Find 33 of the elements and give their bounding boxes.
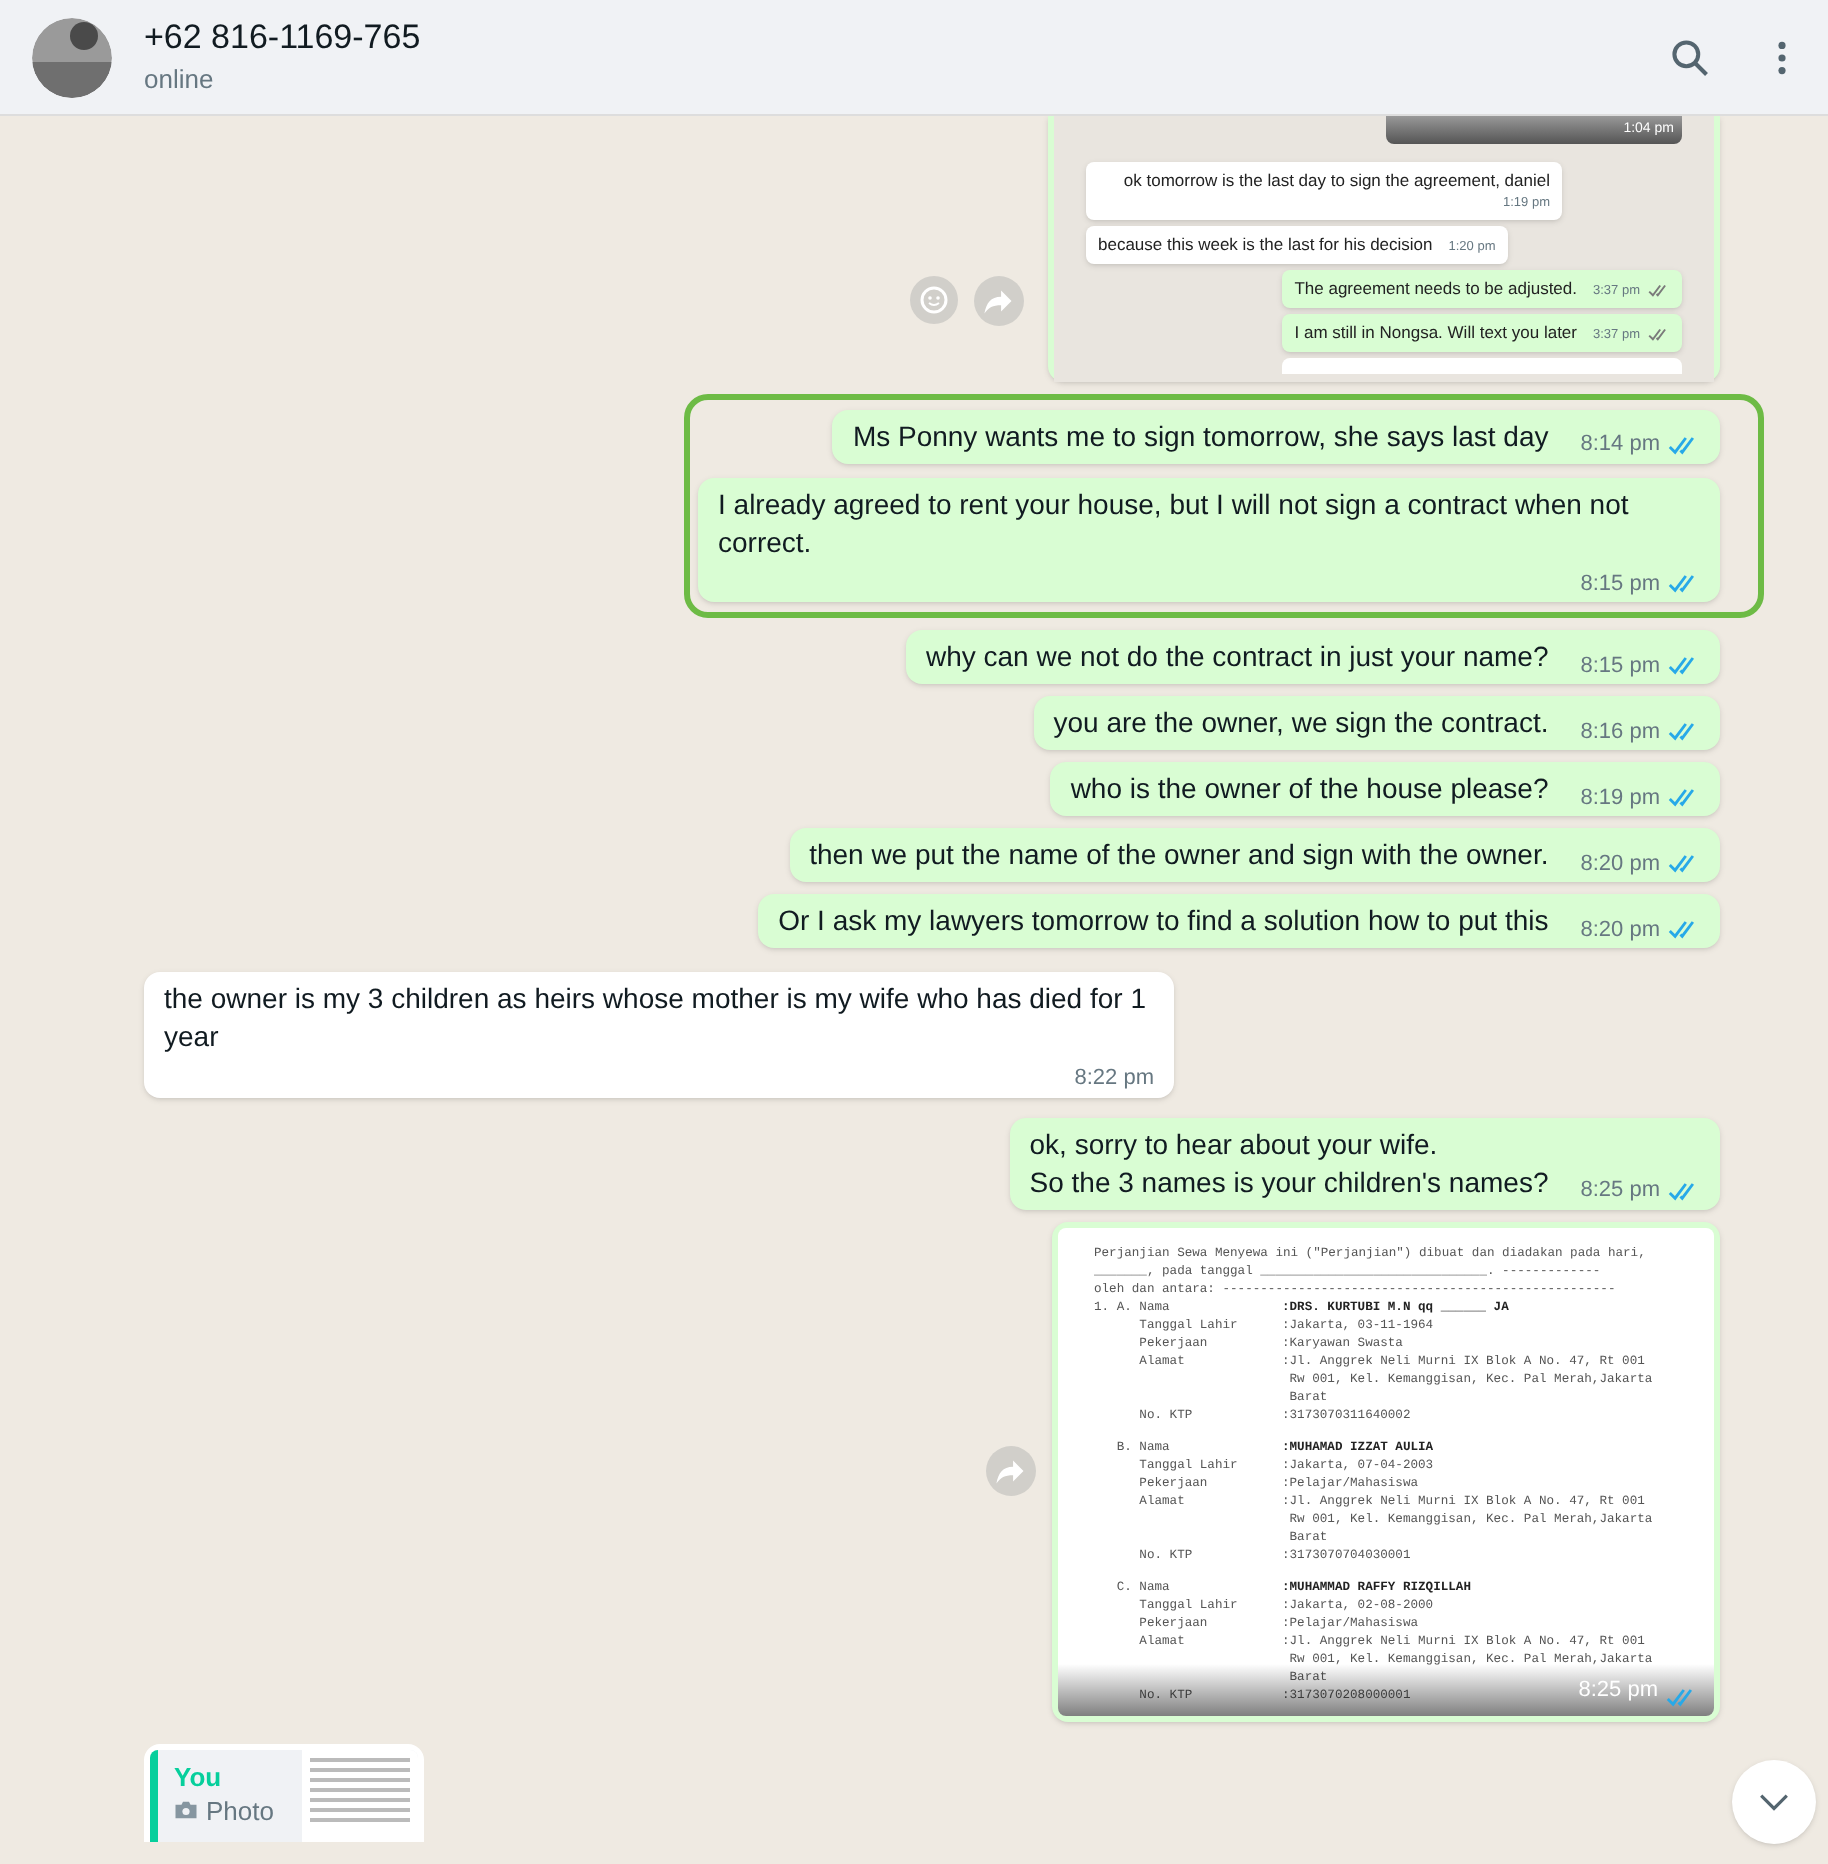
contact-status: online bbox=[144, 61, 216, 98]
message-text: ok tomorrow is the last day to sign the agreement, daniel bbox=[1123, 168, 1550, 194]
quote-author: You bbox=[174, 1761, 224, 1792]
message-time: 8:16 pm bbox=[1580, 717, 1660, 748]
message-time: 8:20 pm bbox=[1580, 849, 1660, 880]
avatar[interactable] bbox=[32, 17, 112, 97]
message-text: I am still in Nongsa. Will text you later bbox=[1294, 319, 1577, 346]
message-time: 8:25 pm bbox=[1578, 1676, 1658, 1707]
message-text: Ms Ponny wants me to sign tomorrow, she says last day bbox=[852, 417, 1549, 456]
message-time: 8:14 pm bbox=[1580, 430, 1660, 461]
message-text: the owner is my 3 children as heirs whose mother is my wife who has died for 1 year bbox=[164, 980, 1148, 1057]
message-text: you are the owner, we sign the contract. bbox=[1053, 704, 1549, 743]
message-time: 8:25 pm bbox=[1580, 1176, 1660, 1207]
search-icon[interactable] bbox=[1668, 35, 1712, 79]
message-time: 8:15 pm bbox=[1580, 651, 1660, 682]
message-time: 8:22 pm bbox=[1074, 1064, 1154, 1095]
message-time: 8:15 pm bbox=[1580, 569, 1660, 600]
message-text: ok, sorry to hear about your wife. So the 3 names is your children's names? bbox=[1029, 1125, 1549, 1202]
message-text: because this week is the last for his decision bbox=[1098, 231, 1433, 258]
message-time: 8:19 pm bbox=[1580, 783, 1660, 814]
message-text: then we put the name of the owner and sign with the owner. bbox=[809, 836, 1549, 875]
message-text: who is the owner of the house please? bbox=[1070, 770, 1549, 809]
camera-icon bbox=[174, 1800, 198, 1821]
message-text: Or I ask my lawyers tomorrow to find a solution how to put this bbox=[778, 902, 1549, 941]
menu-icon[interactable] bbox=[1776, 39, 1788, 75]
contact-name: +62 816-1169-765 bbox=[144, 15, 421, 60]
message-text: I already agreed to rent your house, but I will not sign a contract when not correct. bbox=[718, 485, 1631, 562]
quote-media: Photo bbox=[206, 1795, 274, 1826]
chevron-down-icon bbox=[1758, 1792, 1790, 1812]
message-time: 8:20 pm bbox=[1580, 915, 1660, 946]
quoted-message[interactable]: You Photo bbox=[150, 1749, 418, 1842]
message-text: The agreement needs to be adjusted. bbox=[1294, 275, 1577, 302]
message-text: why can we not do the contract in just your name? bbox=[925, 638, 1549, 677]
